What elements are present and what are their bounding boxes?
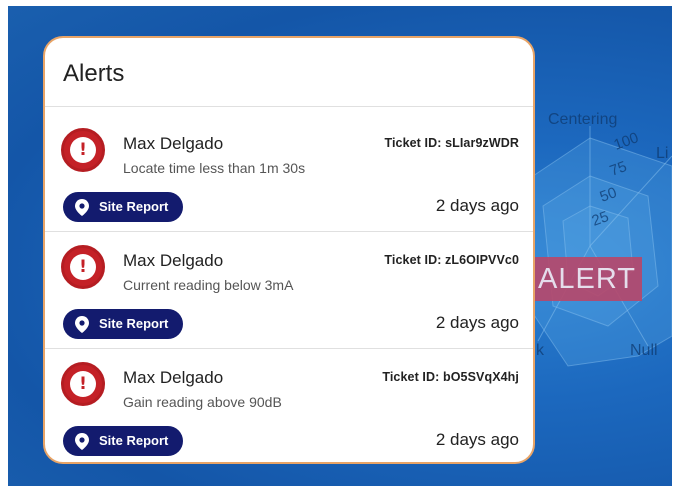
panel-title: Alerts (63, 60, 125, 87)
site-report-label: Site Report (99, 433, 169, 448)
alert-item: ! Max Delgado Locate time less than 1m 3… (45, 110, 533, 226)
time-ago: 2 days ago (435, 430, 519, 449)
ticket-id: Ticket ID: zL6OIPVVc0 (384, 253, 519, 267)
map-pin-icon (75, 316, 89, 333)
radar-label-li: Li (656, 145, 668, 162)
ticket-id: Ticket ID: bO5SVqX4hj (382, 370, 519, 384)
exclamation-circle-icon: ! (61, 245, 105, 289)
map-pin-icon (75, 199, 89, 216)
alert-badge: ALERT (532, 257, 642, 301)
site-report-button[interactable]: Site Report (63, 192, 183, 222)
radar-tick-100: 100 (612, 129, 641, 154)
title-divider (45, 106, 533, 107)
alert-name: Max Delgado (123, 368, 224, 387)
site-report-label: Site Report (99, 316, 169, 331)
ticket-label: Ticket ID: (384, 136, 442, 150)
exclamation-circle-icon: ! (61, 128, 105, 172)
site-report-button[interactable]: Site Report (63, 309, 183, 339)
ticket-value: bO5SVqX4hj (442, 370, 519, 384)
alert-description: Locate time less than 1m 30s (123, 160, 306, 176)
alert-item: ! Max Delgado Current reading below 3mA … (45, 227, 533, 343)
alerts-panel: Alerts ! Max Delgado Locate time less th… (43, 36, 535, 464)
ticket-value: sLIar9zWDR (445, 136, 519, 150)
ticket-label: Ticket ID: (384, 253, 442, 267)
exclamation-circle-icon: ! (61, 362, 105, 406)
time-ago: 2 days ago (435, 313, 519, 332)
radar-label-k: k (536, 342, 545, 359)
alert-description: Current reading below 3mA (123, 277, 294, 293)
map-pin-icon (75, 433, 89, 450)
alert-name: Max Delgado (123, 251, 224, 270)
site-report-button[interactable]: Site Report (63, 426, 183, 456)
alert-name: Max Delgado (123, 134, 224, 153)
ticket-id: Ticket ID: sLIar9zWDR (384, 136, 519, 150)
site-report-label: Site Report (99, 199, 169, 214)
radar-label-centering: Centering (548, 111, 617, 128)
radar-label-null: Null (630, 342, 658, 359)
ticket-value: zL6OIPVVc0 (445, 253, 519, 267)
alert-item: ! Max Delgado Gain reading above 90dB Ti… (45, 344, 533, 460)
ticket-label: Ticket ID: (382, 370, 440, 384)
time-ago: 2 days ago (435, 196, 519, 215)
alert-description: Gain reading above 90dB (123, 394, 282, 410)
